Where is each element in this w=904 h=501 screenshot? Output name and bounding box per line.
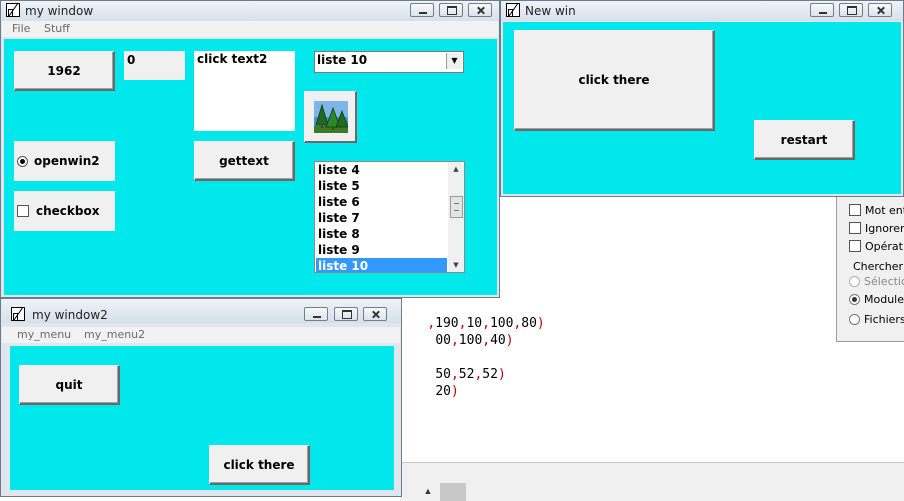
checkbox-icon[interactable]	[17, 205, 29, 217]
search-options-panel: Mot entie Ignorer le Opératio Chercher c…	[836, 190, 904, 342]
gettext-button[interactable]: gettext	[194, 141, 295, 181]
checkbox-icon[interactable]	[849, 240, 861, 252]
restart-button[interactable]: restart	[754, 120, 855, 160]
list-item[interactable]: liste 6	[316, 194, 447, 210]
menu-bar: my_menu my_menu2	[2, 327, 400, 343]
list-item-selected[interactable]: liste 10	[316, 258, 447, 272]
liste-dropdown[interactable]: liste 10 ▼	[314, 51, 464, 73]
menu-my-menu[interactable]: my_menu	[17, 328, 71, 341]
radio-selected-icon[interactable]	[849, 294, 860, 305]
radio-selected-icon[interactable]	[17, 155, 28, 167]
menu-file[interactable]: File	[12, 22, 30, 35]
minimize-icon[interactable]	[410, 3, 434, 17]
menu-stuff[interactable]: Stuff	[44, 22, 70, 35]
text-area[interactable]: click text2	[194, 51, 295, 131]
list-item[interactable]: liste 7	[316, 210, 447, 226]
option-ignore-case[interactable]: Ignorer le	[849, 222, 904, 238]
radio-files[interactable]: Fichiers	[849, 313, 904, 329]
my-window: my window File Stuff 1962 0 click text2 …	[0, 0, 500, 298]
year-button[interactable]: 1962	[14, 51, 115, 91]
option-operations[interactable]: Opératio	[849, 240, 904, 256]
menu-my-menu2[interactable]: my_menu2	[84, 328, 145, 341]
forest-icon	[314, 101, 348, 133]
list-item[interactable]: liste 4	[316, 162, 447, 178]
horizontal-scrollbar[interactable]	[400, 481, 904, 501]
close-icon[interactable]	[868, 3, 892, 17]
radio-module[interactable]: Module	[849, 293, 904, 309]
checkbox-icon[interactable]	[849, 222, 861, 234]
client-area: click there restart	[503, 22, 901, 194]
option-whole-word[interactable]: Mot entie	[849, 204, 904, 220]
maximize-icon[interactable]	[839, 3, 863, 17]
menu-bar: File Stuff	[2, 21, 498, 37]
close-icon[interactable]	[468, 3, 492, 17]
dropdown-value: liste 10	[317, 53, 368, 67]
list-item[interactable]: liste 5	[316, 178, 447, 194]
openwin2-label: openwin2	[34, 154, 100, 168]
openwin2-radio[interactable]: openwin2	[14, 141, 115, 181]
scroll-thumb[interactable]	[450, 196, 463, 218]
client-area: 1962 0 click text2 gettext openwin2 chec…	[4, 39, 497, 295]
app-logo-icon	[506, 3, 520, 17]
click-there-button[interactable]: click there	[209, 445, 310, 485]
my-window2-titlebar[interactable]: my window2	[1, 299, 401, 323]
maximize-icon[interactable]	[439, 3, 463, 17]
horizontal-scroll-thumb[interactable]	[440, 483, 466, 501]
minimize-icon[interactable]	[810, 3, 834, 17]
radio-icon	[849, 276, 860, 287]
radio-icon[interactable]	[849, 314, 860, 325]
close-icon[interactable]	[363, 307, 387, 321]
checkbox-label: checkbox	[36, 204, 100, 218]
list-item[interactable]: liste 9	[316, 242, 447, 258]
my-window-titlebar[interactable]: my window	[1, 1, 499, 21]
app-logo-icon	[6, 3, 20, 17]
window-title: my window	[25, 4, 94, 18]
checkbox-control[interactable]: checkbox	[14, 191, 115, 231]
code-line-4: 20)	[435, 384, 459, 399]
click-there-button[interactable]: click there	[514, 30, 715, 131]
client-area: quit click there	[10, 346, 394, 490]
image-button[interactable]	[304, 91, 357, 143]
minimize-icon[interactable]	[304, 307, 328, 321]
liste-listbox[interactable]: liste 4 liste 5 liste 6 liste 7 liste 8 …	[314, 161, 465, 273]
list-scrollbar[interactable]: ▲ ▼	[448, 162, 464, 272]
new-win-window: New win click there restart	[500, 0, 904, 197]
quit-button[interactable]: quit	[19, 365, 120, 405]
chevron-down-icon[interactable]: ▼	[446, 53, 462, 69]
scroll-left-arrow-icon[interactable]: ▲	[418, 481, 438, 501]
window-title: my window2	[32, 308, 108, 322]
my-window2: my window2 my_menu my_menu2 quit click t…	[0, 298, 402, 497]
search-scope-label: Chercher c	[853, 260, 904, 273]
window-title: New win	[525, 4, 576, 18]
radio-selection: Sélectio	[849, 275, 904, 291]
list-item[interactable]: liste 8	[316, 226, 447, 242]
maximize-icon[interactable]	[334, 307, 358, 321]
app-logo-icon	[11, 307, 25, 321]
counter-display: 0	[124, 51, 185, 80]
checkbox-icon[interactable]	[849, 204, 861, 216]
scroll-up-arrow-icon[interactable]: ▲	[448, 162, 464, 176]
new-win-titlebar[interactable]: New win	[501, 1, 903, 21]
scroll-down-arrow-icon[interactable]: ▼	[448, 258, 464, 272]
